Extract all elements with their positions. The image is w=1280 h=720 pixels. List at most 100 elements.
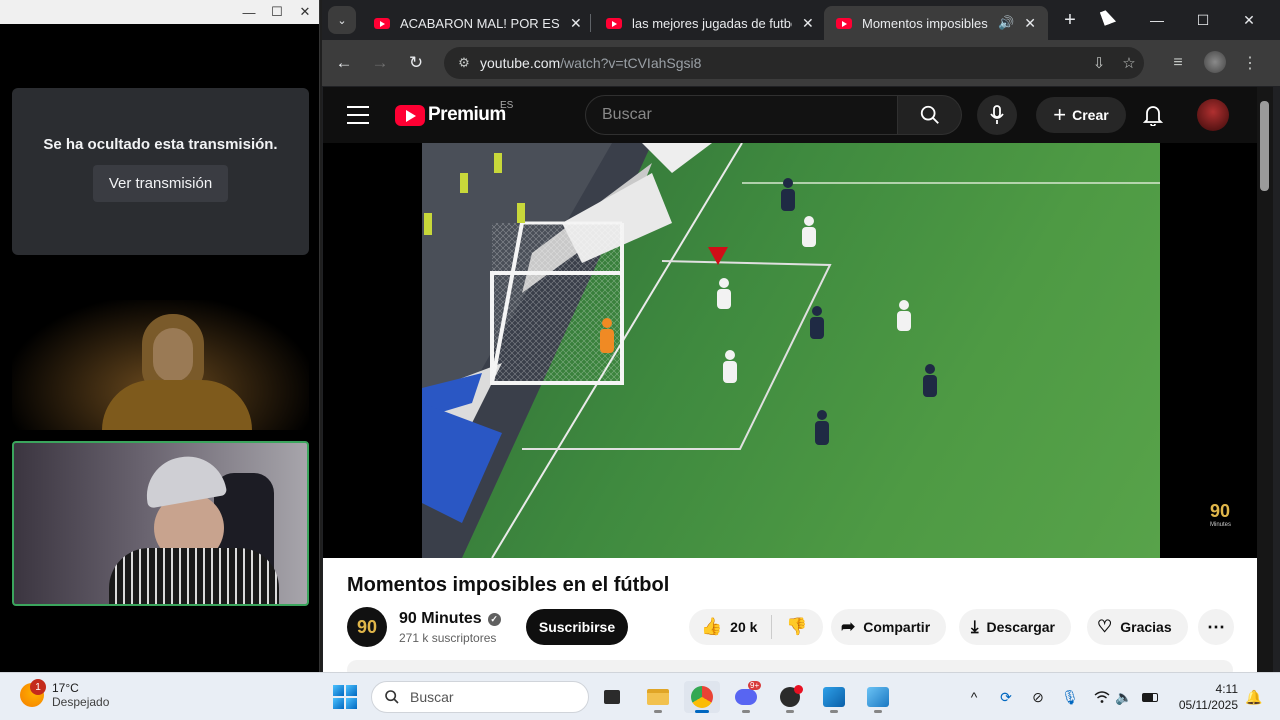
close-tab-icon[interactable]: ✕ [1024, 15, 1036, 32]
channel-avatar-text: 90 [356, 616, 378, 637]
notification-icon[interactable]: 🔔 [1244, 687, 1264, 707]
install-app-icon[interactable]: ⇩ [1088, 53, 1110, 73]
watermark-text: 90 [1210, 501, 1231, 521]
tab-title: Momentos imposibles en el [862, 15, 988, 31]
file-explorer-icon[interactable] [640, 681, 676, 713]
scrollbar-thumb[interactable] [1260, 101, 1269, 191]
system-clock[interactable]: 4:11 05/11/2025 [1170, 681, 1238, 713]
create-button[interactable]: + Crear [1036, 97, 1126, 133]
youtube-header: Premium ES Buscar + Crear [323, 87, 1257, 143]
dislike-button[interactable]: 👎 [772, 617, 821, 637]
subscribe-button[interactable]: Suscribirse [526, 609, 628, 645]
sync-icon[interactable]: ⟳ [996, 687, 1016, 707]
plus-icon: + [1053, 102, 1067, 127]
video-details: Momentos imposibles en el fútbol 90 90 M… [323, 558, 1257, 672]
video-player[interactable]: 90 Minutes [323, 143, 1257, 558]
description-box[interactable] [347, 660, 1233, 672]
maximize-icon[interactable]: ☐ [1180, 6, 1226, 34]
audio-playing-icon[interactable]: 🔊 [998, 15, 1014, 31]
site-info-icon[interactable]: ⚙ [448, 55, 480, 71]
volume-icon[interactable]: 🔈 [1114, 687, 1134, 707]
wifi-icon[interactable] [1092, 687, 1112, 707]
share-label: Compartir [863, 619, 931, 635]
share-button[interactable]: ➦ Compartir [831, 609, 947, 645]
address-bar[interactable]: ⚙ youtube.com /watch?v=tCVIahSgsi8 ⇩ ☆ [444, 47, 1144, 79]
download-button[interactable]: ⤓ Descargar [959, 609, 1072, 645]
webcam-tile-1[interactable] [12, 300, 309, 430]
profile-avatar[interactable] [1204, 51, 1226, 73]
youtube-favicon-icon [836, 17, 852, 29]
mouse-cursor-icon [1099, 8, 1117, 26]
download-label: Descargar [986, 619, 1056, 635]
page-scrollbar[interactable] [1257, 87, 1273, 672]
browser-window: ⌄ ACABARON MAL! POR ESTE MO ✕ las mejore… [322, 0, 1280, 672]
search-icon [385, 690, 399, 704]
tab-3-active[interactable]: Momentos imposibles en el 🔊 ✕ [824, 6, 1048, 40]
video-editor-icon[interactable] [816, 681, 852, 713]
country-code: ES [500, 100, 514, 111]
thanks-button[interactable]: ♡ Gracias [1087, 609, 1188, 645]
battery-icon[interactable] [1140, 687, 1160, 707]
tab-title: las mejores jugadas de futbol [632, 15, 792, 31]
pitch-scene [422, 143, 1160, 558]
tab-search-chevron-icon[interactable]: ⌄ [328, 6, 356, 34]
close-tab-icon[interactable]: ✕ [802, 15, 814, 32]
youtube-premium-logo[interactable]: Premium [395, 104, 506, 126]
weather-widget[interactable]: 1 17°C Despejado [20, 679, 109, 709]
like-button[interactable]: 👍 20 k [689, 615, 773, 639]
channel-avatar[interactable]: 90 [347, 607, 387, 647]
channel-name-link[interactable]: 90 Minutes ✓ [399, 610, 501, 628]
reload-icon[interactable]: ↻ [402, 49, 430, 77]
browser-menu-icon[interactable]: ⋮ [1238, 51, 1262, 75]
temperature: 17°C [52, 681, 79, 695]
windows-start-icon[interactable] [333, 685, 357, 709]
discord-icon[interactable]: 9+ [728, 681, 764, 713]
webcam-tile-2-speaking[interactable] [12, 441, 309, 606]
clock-date: 05/11/2025 [1178, 698, 1238, 712]
search-button[interactable] [898, 95, 962, 135]
tab-strip: ⌄ ACABARON MAL! POR ESTE MO ✕ las mejore… [322, 0, 1280, 40]
microphone-icon[interactable]: 🎙 [1060, 687, 1080, 707]
like-count: 20 k [730, 619, 758, 635]
logo-text: Premium [428, 104, 506, 125]
tab-1[interactable]: ACABARON MAL! POR ESTE MO ✕ [362, 6, 594, 40]
tab-2[interactable]: las mejores jugadas de futbol ✕ [594, 6, 826, 40]
obs-recording-icon[interactable] [772, 681, 808, 713]
hamburger-menu-icon[interactable] [347, 106, 369, 124]
verified-check-icon: ✓ [487, 612, 501, 626]
search-input[interactable]: Buscar [585, 95, 898, 135]
task-view-icon[interactable] [594, 681, 630, 713]
share-arrow-icon: ➦ [841, 617, 856, 636]
photos-icon[interactable] [860, 681, 896, 713]
user-avatar[interactable] [1197, 99, 1229, 131]
back-arrow-icon[interactable]: ← [330, 49, 358, 77]
maximize-icon[interactable]: ☐ [263, 0, 291, 24]
sun-weather-icon: 1 [20, 679, 46, 707]
watch-stream-button[interactable]: Ver transmisión [92, 165, 229, 202]
subscriber-count: 271 k suscriptores [399, 631, 497, 645]
close-tab-icon[interactable]: ✕ [570, 15, 582, 32]
network-offline-icon[interactable]: ⊘ [1028, 687, 1048, 707]
notifications-bell-icon[interactable] [1141, 103, 1165, 127]
close-icon[interactable]: ✕ [1226, 6, 1272, 34]
new-tab-plus-icon[interactable]: + [1058, 8, 1082, 32]
youtube-page: Premium ES Buscar + Crear 90 Minutes Mom… [323, 87, 1257, 672]
minimize-icon[interactable]: — [1134, 6, 1180, 34]
like-dislike-group: 👍 20 k 👎 [689, 609, 823, 645]
media-control-icon[interactable]: ≡ [1166, 51, 1190, 75]
minimize-icon[interactable]: — [235, 0, 263, 24]
clock-time: 4:11 [1215, 682, 1238, 696]
more-actions-icon[interactable]: ⋯ [1198, 609, 1234, 645]
participant-face [153, 328, 193, 382]
chevron-up-icon[interactable]: ^ [964, 687, 984, 707]
chrome-icon[interactable] [684, 681, 720, 713]
forward-arrow-icon[interactable]: → [366, 49, 394, 77]
bookmark-star-icon[interactable]: ☆ [1118, 53, 1140, 73]
thumbs-up-icon: 👍 [701, 617, 723, 636]
voice-search-button[interactable] [977, 95, 1017, 135]
participant-striped-shirt [109, 548, 279, 604]
close-icon[interactable]: ✕ [291, 0, 319, 24]
channel-watermark[interactable]: 90 Minutes [1210, 501, 1231, 528]
taskbar-search-box[interactable]: Buscar [371, 681, 589, 713]
youtube-favicon-icon [606, 17, 622, 29]
